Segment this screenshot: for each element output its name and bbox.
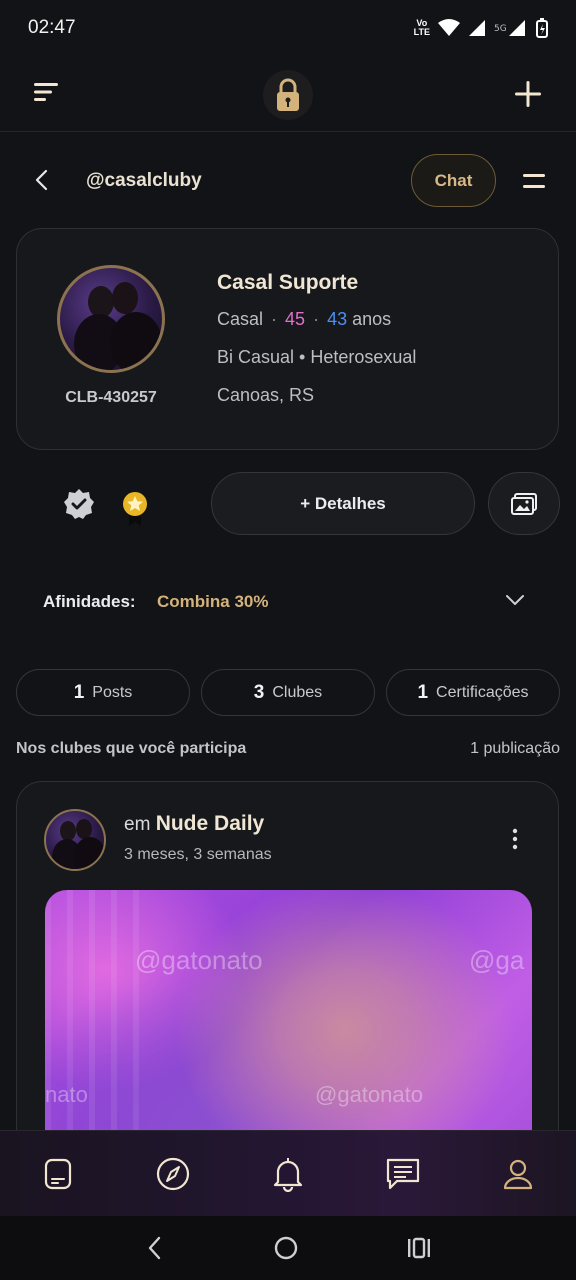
profile-handle: @casalcluby	[86, 170, 202, 191]
stats-row: 1 Posts 3 Clubes 1 Certificações	[16, 669, 560, 717]
options-button[interactable]	[522, 172, 546, 195]
app-logo[interactable]	[263, 70, 313, 120]
post-club-name[interactable]: Nude Daily	[156, 812, 265, 835]
watermark: nato	[45, 1082, 88, 1107]
watermark: @gatonato	[315, 1082, 423, 1107]
post-club-line: em Nude Daily	[124, 812, 264, 836]
nav-explore[interactable]	[115, 1131, 230, 1216]
post-avatar[interactable]	[44, 809, 106, 871]
profile-name: Casal Suporte	[217, 271, 359, 294]
top-app-bar	[0, 56, 576, 132]
nav-notifications[interactable]	[230, 1131, 345, 1216]
badges-actions-row: + Detalhes	[0, 470, 576, 536]
stat-posts[interactable]: 1 Posts	[16, 669, 190, 716]
volte-icon: Vo LTE	[413, 18, 430, 37]
signal-5g-icon: 5G	[494, 20, 525, 36]
gallery-icon	[511, 492, 537, 515]
watermark: @ga	[469, 945, 525, 975]
sort-menu-icon	[34, 83, 58, 101]
affinity-value: Combina 30%	[157, 592, 269, 611]
medal-badge[interactable]	[121, 490, 149, 533]
profile-card: CLB-430257 Casal Suporte Casal · 45 · 43 ano…	[16, 228, 559, 450]
chat-button[interactable]: Chat	[411, 154, 496, 207]
age-1: 45	[285, 309, 306, 329]
system-home-icon[interactable]	[273, 1235, 299, 1261]
post-prefix: em	[124, 814, 151, 835]
nav-messages[interactable]	[346, 1131, 461, 1216]
chevron-left-icon	[35, 169, 48, 191]
age-2: 43	[327, 309, 348, 329]
wifi-icon	[438, 19, 460, 36]
section-title: Nos clubes que você participa	[16, 740, 247, 757]
profile-orientation: Bi Casual • Heterosexual	[217, 347, 417, 367]
stat-label: Certificações	[436, 683, 529, 701]
signal-icon	[469, 20, 485, 36]
post-options-button[interactable]	[510, 828, 520, 855]
affinity-label: Afinidades:	[43, 592, 136, 611]
details-button[interactable]: + Detalhes	[211, 472, 475, 535]
chevron-down-icon[interactable]	[504, 592, 526, 608]
feed-card-icon	[44, 1158, 71, 1189]
stat-count: 1	[417, 681, 429, 703]
post-time: 3 meses, 3 semanas	[124, 846, 272, 863]
section-header: Nos clubes que você participa 1 publicaç…	[16, 738, 560, 764]
system-recents-icon[interactable]	[406, 1236, 432, 1260]
user-icon	[504, 1159, 533, 1189]
stat-clubs[interactable]: 3 Clubes	[201, 669, 375, 716]
medal-star-icon	[123, 492, 147, 526]
nav-profile[interactable]	[461, 1131, 576, 1216]
stat-count: 3	[253, 681, 265, 703]
age-unit: anos	[352, 309, 392, 329]
affinity-row[interactable]: Afinidades: Combina 30%	[0, 584, 576, 620]
verified-badge[interactable]	[63, 488, 95, 525]
bottom-navigation	[0, 1130, 576, 1216]
plus-icon	[515, 81, 541, 107]
profile-code: CLB-430257	[65, 389, 157, 406]
verified-check-icon	[64, 489, 94, 519]
stat-label: Posts	[92, 683, 133, 701]
more-vertical-icon	[512, 828, 518, 850]
battery-icon	[536, 18, 548, 38]
system-back-icon[interactable]	[144, 1234, 166, 1262]
back-button[interactable]	[32, 168, 52, 197]
watermark: @gatonato	[135, 945, 263, 975]
profile-location: Canoas, RS	[217, 385, 315, 405]
lock-icon	[277, 78, 299, 111]
status-bar: 02:47 Vo LTE 5G	[0, 0, 576, 56]
profile-type-ages: Casal · 45 · 43 anos	[217, 309, 392, 329]
gallery-button[interactable]	[488, 472, 560, 535]
bell-icon	[273, 1157, 303, 1192]
status-time: 02:47	[28, 17, 76, 38]
status-icons: Vo LTE 5G	[414, 18, 548, 38]
compass-icon	[156, 1157, 189, 1190]
nav-feed[interactable]	[0, 1131, 115, 1216]
stat-certifications[interactable]: 1 Certificações	[386, 669, 560, 716]
profile-header: @casalcluby Chat	[0, 132, 576, 228]
svg-text:5G: 5G	[494, 24, 507, 34]
stat-label: Clubes	[272, 683, 323, 701]
sort-menu-button[interactable]	[32, 80, 60, 109]
add-button[interactable]	[510, 76, 546, 117]
system-navigation-bar	[0, 1216, 576, 1280]
section-count: 1 publicação	[470, 740, 560, 757]
stat-count: 1	[73, 681, 85, 703]
avatar[interactable]	[57, 265, 165, 373]
profile-type: Casal	[217, 309, 264, 329]
equals-menu-icon	[523, 174, 545, 188]
chat-bubble-icon	[387, 1158, 420, 1189]
